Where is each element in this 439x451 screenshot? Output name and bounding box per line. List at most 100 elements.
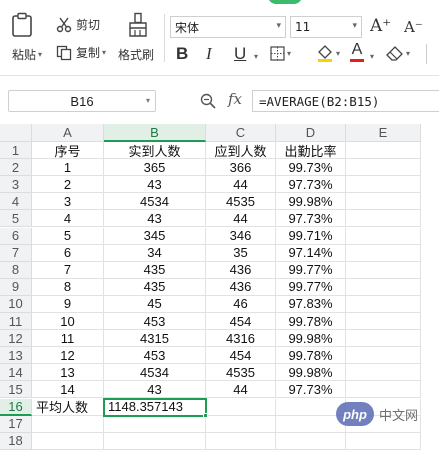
cell-b1[interactable]: 实到人数 (104, 142, 206, 160)
font-color-button[interactable]: A (350, 42, 364, 62)
cell-d4[interactable]: 99.98% (276, 193, 346, 211)
cell-a16[interactable]: 平均人数 (32, 398, 104, 416)
row-header-10[interactable]: 10 (0, 295, 32, 313)
row-header-2[interactable]: 2 (0, 159, 32, 177)
row-header-17[interactable]: 17 (0, 415, 32, 433)
column-header-b[interactable]: B (104, 124, 206, 142)
format-painter-label-wrap[interactable]: 格式刷 (118, 46, 154, 63)
cell-e10[interactable] (346, 295, 421, 313)
clear-format-button[interactable]: ▾ (386, 45, 410, 61)
cell-a14[interactable]: 13 (32, 364, 104, 382)
row-header-1[interactable]: 1 (0, 142, 32, 160)
cell-a5[interactable]: 4 (32, 210, 104, 228)
cell-a7[interactable]: 6 (32, 244, 104, 262)
column-header-e[interactable]: E (346, 124, 421, 142)
name-box[interactable]: B16 ▾ (8, 90, 156, 112)
cell-b8[interactable]: 435 (104, 261, 206, 279)
fill-handle[interactable] (203, 412, 208, 418)
cell-a6[interactable]: 5 (32, 227, 104, 245)
borders-button[interactable]: ▾ (270, 46, 291, 61)
cell-b7[interactable]: 34 (104, 244, 206, 262)
row-header-14[interactable]: 14 (0, 364, 32, 382)
cut-button[interactable]: 剪切 (56, 16, 100, 33)
cell-e9[interactable] (346, 278, 421, 296)
cell-d5[interactable]: 97.73% (276, 210, 346, 228)
cell-e12[interactable] (346, 330, 421, 348)
cell-d15[interactable]: 97.73% (276, 381, 346, 399)
cell-a18[interactable] (32, 432, 104, 450)
format-painter-button[interactable] (124, 12, 152, 38)
cell-e1[interactable] (346, 142, 421, 160)
cell-e5[interactable] (346, 210, 421, 228)
cell-a1[interactable]: 序号 (32, 142, 104, 160)
row-header-7[interactable]: 7 (0, 244, 32, 262)
row-header-3[interactable]: 3 (0, 176, 32, 194)
row-header-9[interactable]: 9 (0, 278, 32, 296)
decrease-font-button[interactable]: A⁻ (404, 18, 423, 36)
cell-b4[interactable]: 4534 (104, 193, 206, 211)
cell-d11[interactable]: 99.78% (276, 313, 346, 331)
cell-a17[interactable] (32, 415, 104, 433)
cell-a4[interactable]: 3 (32, 193, 104, 211)
row-header-18[interactable]: 18 (0, 432, 32, 450)
cell-e13[interactable] (346, 347, 421, 365)
row-header-11[interactable]: 11 (0, 313, 32, 331)
cell-b13[interactable]: 453 (104, 347, 206, 365)
cell-c2[interactable]: 366 (206, 159, 276, 177)
cell-c6[interactable]: 346 (206, 227, 276, 245)
cell-b18[interactable] (104, 432, 206, 450)
cell-b3[interactable]: 43 (104, 176, 206, 194)
cell-d8[interactable]: 99.77% (276, 261, 346, 279)
cell-c9[interactable]: 436 (206, 278, 276, 296)
formula-input[interactable]: =AVERAGE(B2:B15) (252, 90, 439, 112)
fill-color-button[interactable]: ▾ (316, 44, 340, 62)
cell-d13[interactable]: 99.78% (276, 347, 346, 365)
row-header-12[interactable]: 12 (0, 330, 32, 348)
cell-c11[interactable]: 454 (206, 313, 276, 331)
cell-a8[interactable]: 7 (32, 261, 104, 279)
cell-c14[interactable]: 4535 (206, 364, 276, 382)
cell-a10[interactable]: 9 (32, 295, 104, 313)
cell-b15[interactable]: 43 (104, 381, 206, 399)
row-header-4[interactable]: 4 (0, 193, 32, 211)
cell-d14[interactable]: 99.98% (276, 364, 346, 382)
cell-b9[interactable]: 435 (104, 278, 206, 296)
cell-c4[interactable]: 4535 (206, 193, 276, 211)
column-header-d[interactable]: D (276, 124, 346, 142)
cell-a11[interactable]: 10 (32, 313, 104, 331)
cell-b16[interactable]: 1148.357143 (104, 398, 206, 416)
cell-a9[interactable]: 8 (32, 278, 104, 296)
cell-e18[interactable] (346, 432, 421, 450)
cell-c12[interactable]: 4316 (206, 330, 276, 348)
cell-c3[interactable]: 44 (206, 176, 276, 194)
cell-d6[interactable]: 99.71% (276, 227, 346, 245)
bold-button[interactable]: B (176, 44, 188, 64)
cell-b14[interactable]: 4534 (104, 364, 206, 382)
cell-b6[interactable]: 345 (104, 227, 206, 245)
cell-e2[interactable] (346, 159, 421, 177)
zoom-search-icon[interactable] (200, 93, 216, 109)
cell-c8[interactable]: 436 (206, 261, 276, 279)
cell-a12[interactable]: 11 (32, 330, 104, 348)
row-header-5[interactable]: 5 (0, 210, 32, 228)
row-header-15[interactable]: 15 (0, 381, 32, 399)
paste-label-wrap[interactable]: 粘贴 ▾ (12, 46, 42, 63)
cell-c15[interactable]: 44 (206, 381, 276, 399)
cell-c17[interactable] (206, 415, 276, 433)
font-name-select[interactable]: 宋体 ▾ (170, 16, 286, 38)
cell-b10[interactable]: 45 (104, 295, 206, 313)
cell-c13[interactable]: 454 (206, 347, 276, 365)
cell-d10[interactable]: 97.83% (276, 295, 346, 313)
cell-c1[interactable]: 应到人数 (206, 142, 276, 160)
cell-d7[interactable]: 97.14% (276, 244, 346, 262)
cell-a2[interactable]: 1 (32, 159, 104, 177)
cell-d1[interactable]: 出勤比率 (276, 142, 346, 160)
paste-button[interactable] (10, 12, 40, 38)
cell-e15[interactable] (346, 381, 421, 399)
cell-d2[interactable]: 99.73% (276, 159, 346, 177)
cell-e8[interactable] (346, 261, 421, 279)
cell-c5[interactable]: 44 (206, 210, 276, 228)
row-header-16[interactable]: 16 (0, 398, 32, 416)
underline-button[interactable]: U (234, 44, 246, 64)
copy-button[interactable]: 复制 ▾ (56, 44, 106, 61)
